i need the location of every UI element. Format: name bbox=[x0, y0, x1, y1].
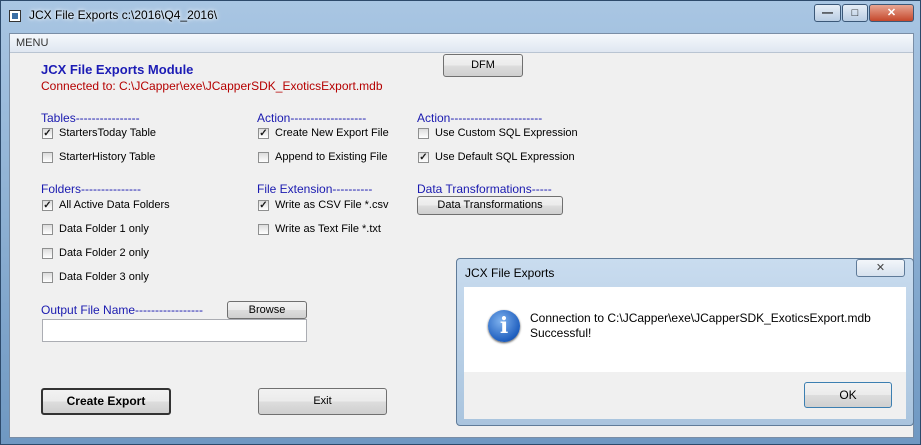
create-export-button[interactable]: Create Export bbox=[41, 388, 171, 415]
checkbox-label: Write as Text File *.txt bbox=[275, 223, 381, 235]
connection-status: Connected to: C:\JCapper\exe\JCapperSDK_… bbox=[41, 79, 383, 93]
checkbox-box[interactable]: ✓ bbox=[418, 152, 429, 163]
checkbox-label: Create New Export File bbox=[275, 127, 389, 139]
tables-section-heading: Tables---------------- bbox=[41, 111, 140, 125]
checkbox-box[interactable] bbox=[418, 128, 429, 139]
message-dialog: JCX File Exports ✕ i Connection to C:\JC… bbox=[456, 258, 914, 426]
info-icon: i bbox=[488, 310, 520, 342]
dialog-message-line-2: Successful! bbox=[530, 326, 592, 340]
exit-button[interactable]: Exit bbox=[258, 388, 387, 415]
checkbox-label: Use Default SQL Expression bbox=[435, 151, 575, 163]
checkbox-label: Write as CSV File *.csv bbox=[275, 199, 389, 211]
checkbox-label: StarterHistory Table bbox=[59, 151, 156, 163]
checkbox-label: Data Folder 2 only bbox=[59, 247, 149, 259]
checkbox-label: Data Folder 3 only bbox=[59, 271, 149, 283]
output-file-name-input[interactable] bbox=[42, 319, 307, 342]
checkbox-label: Use Custom SQL Expression bbox=[435, 127, 578, 139]
checkbox-box[interactable] bbox=[42, 272, 53, 283]
dialog-message: Connection to C:\JCapper\exe\JCapperSDK_… bbox=[530, 311, 871, 341]
data-transformations-section-heading: Data Transformations----- bbox=[417, 182, 552, 196]
checkbox-label: Append to Existing File bbox=[275, 151, 388, 163]
checkbox-label: Data Folder 1 only bbox=[59, 223, 149, 235]
output-file-name-label: Output File Name----------------- bbox=[41, 303, 203, 317]
checkbox-box[interactable] bbox=[258, 152, 269, 163]
action-section-heading: Action------------------- bbox=[257, 111, 367, 125]
checkbox-label: StartersToday Table bbox=[59, 127, 157, 139]
checkbox-box[interactable] bbox=[42, 152, 53, 163]
checkbox-box[interactable]: ✓ bbox=[258, 128, 269, 139]
dialog-body: i Connection to C:\JCapper\exe\JCapperSD… bbox=[464, 287, 906, 372]
title-bar[interactable]: JCX File Exports c:\2016\Q4_2016\ — □ ✕ bbox=[1, 1, 920, 31]
file-extension-section-heading: File Extension---------- bbox=[257, 182, 373, 196]
browse-button[interactable]: Browse bbox=[227, 301, 307, 319]
checkbox-box[interactable] bbox=[42, 248, 53, 259]
checkbox-label: All Active Data Folders bbox=[59, 199, 170, 211]
dialog-message-line-1: Connection to C:\JCapper\exe\JCapperSDK_… bbox=[530, 311, 871, 325]
menu-item[interactable]: MENU bbox=[16, 37, 48, 49]
module-title: JCX File Exports Module bbox=[41, 62, 194, 77]
sql-action-section-heading: Action----------------------- bbox=[417, 111, 543, 125]
dialog-title: JCX File Exports bbox=[465, 266, 555, 280]
checkbox-box[interactable]: ✓ bbox=[258, 200, 269, 211]
ok-button[interactable]: OK bbox=[804, 382, 892, 408]
data-transformations-button[interactable]: Data Transformations bbox=[417, 196, 563, 215]
dialog-footer: OK bbox=[464, 372, 906, 419]
maximize-button[interactable]: □ bbox=[842, 4, 868, 22]
folders-section-heading: Folders--------------- bbox=[41, 182, 141, 196]
main-window: JCX File Exports c:\2016\Q4_2016\ — □ ✕ … bbox=[0, 0, 921, 445]
dialog-close-button[interactable]: ✕ bbox=[856, 259, 905, 277]
checkbox-box[interactable]: ✓ bbox=[42, 200, 53, 211]
window-title: JCX File Exports c:\2016\Q4_2016\ bbox=[29, 8, 218, 22]
app-icon[interactable] bbox=[9, 10, 21, 22]
checkbox-box[interactable] bbox=[258, 224, 269, 235]
menu-bar: MENU bbox=[10, 34, 913, 53]
minimize-button[interactable]: — bbox=[814, 4, 841, 22]
close-button[interactable]: ✕ bbox=[869, 4, 914, 22]
checkbox-box[interactable]: ✓ bbox=[42, 128, 53, 139]
checkbox-box[interactable] bbox=[42, 224, 53, 235]
dfm-button[interactable]: DFM bbox=[443, 54, 523, 77]
